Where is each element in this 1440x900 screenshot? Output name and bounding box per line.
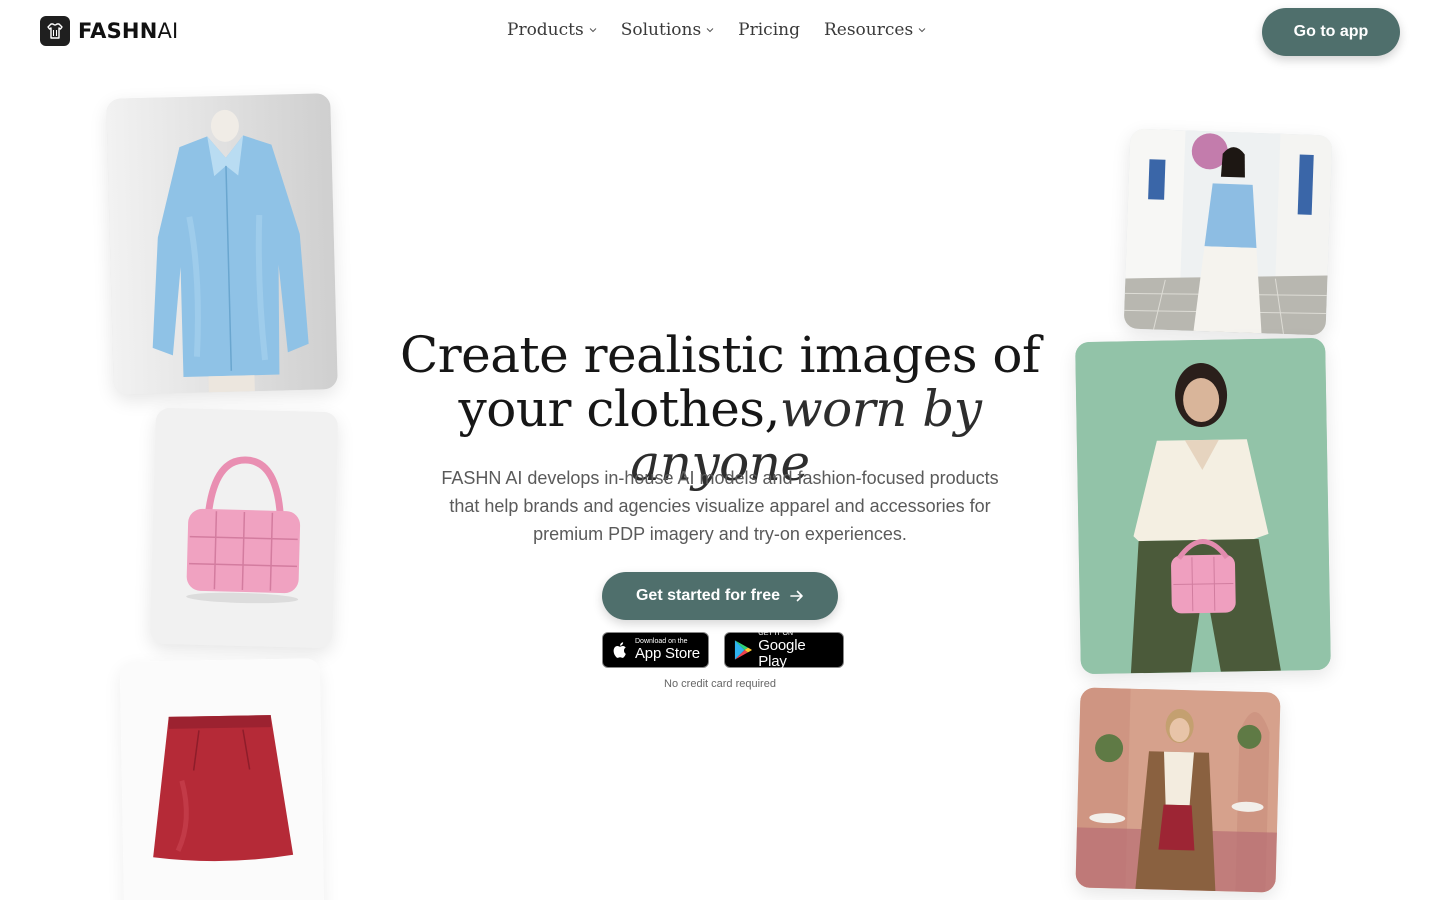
brand-logo[interactable]: FASHNAI	[40, 16, 178, 46]
go-to-app-button[interactable]: Go to app	[1262, 8, 1400, 56]
apple-icon	[613, 642, 626, 658]
model-image-green-studio	[1075, 337, 1331, 675]
product-image-red-skirt	[119, 658, 325, 900]
site-header: FASHNAI Products Solutions Pricing Resou…	[0, 0, 1440, 64]
nav-solutions-label: Solutions	[620, 20, 702, 40]
get-started-label: Get started for free	[635, 587, 781, 604]
main-nav: Products Solutions Pricing Resources	[507, 20, 926, 40]
nav-pricing-label: Pricing	[738, 20, 800, 40]
chevron-down-icon	[918, 28, 926, 33]
nav-pricing[interactable]: Pricing	[738, 20, 800, 40]
app-store-badge[interactable]: Download on the App Store	[602, 632, 709, 668]
hero-title-line1: Create realistic images of	[399, 326, 1041, 384]
nav-products-label: Products	[507, 20, 584, 40]
google-play-badge[interactable]: GET IT ON Google Play	[724, 630, 844, 670]
model-image-cafe-red-skirt	[1075, 687, 1281, 893]
google-play-icon	[734, 640, 752, 660]
nav-resources-label: Resources	[823, 20, 914, 40]
chevron-down-icon	[589, 28, 597, 33]
product-image-blue-shirt	[106, 93, 338, 395]
hanger-shirt-icon	[40, 16, 70, 46]
nav-products[interactable]: Products	[507, 20, 597, 40]
no-credit-card-note: No credit card required	[664, 678, 776, 690]
get-started-button[interactable]: Get started for free	[602, 572, 838, 620]
chevron-down-icon	[706, 28, 714, 33]
hero-subtitle: FASHN AI develops in-house AI models and…	[441, 468, 999, 544]
product-image-pink-bag	[149, 407, 339, 649]
nav-solutions[interactable]: Solutions	[621, 20, 714, 40]
model-image-street-blue-shirt	[1123, 128, 1333, 336]
arrow-right-icon	[790, 590, 803, 602]
google-play-big-text: Google Play	[758, 637, 806, 670]
hero-title-line2: your clothes,	[458, 380, 780, 438]
brand-name: FASHNAI	[78, 19, 179, 43]
nav-resources[interactable]: Resources	[824, 20, 926, 40]
app-store-big-text: App Store	[635, 645, 700, 662]
